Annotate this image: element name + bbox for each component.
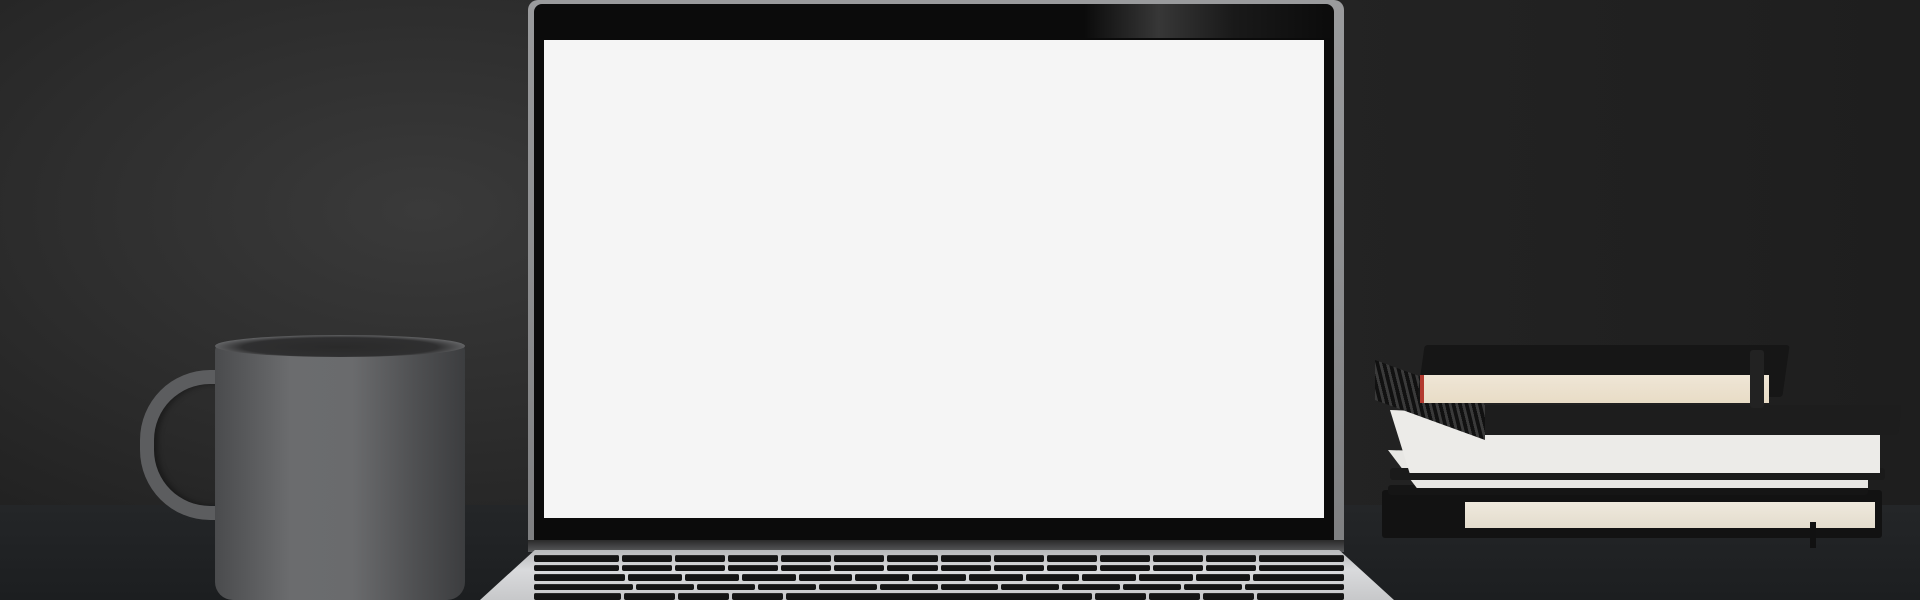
keyboard-key xyxy=(855,574,910,581)
bookmark-ribbon xyxy=(1810,522,1816,548)
keyboard-key xyxy=(685,574,739,581)
keyboard-key xyxy=(887,564,938,572)
keyboard-key xyxy=(1203,593,1255,600)
laptop-keyboard xyxy=(534,555,1344,600)
keyboard-key xyxy=(534,593,621,600)
mug-rim xyxy=(215,335,465,357)
keyboard-key xyxy=(1257,593,1344,600)
book-top-pages xyxy=(1420,375,1769,403)
keyboard-key xyxy=(622,564,673,572)
keyboard-key xyxy=(912,574,966,581)
keyboard-key xyxy=(1099,564,1150,572)
keyboard-key xyxy=(1195,574,1250,581)
keyboard-key xyxy=(1205,564,1256,572)
keyboard-key xyxy=(741,574,796,581)
laptop-screen xyxy=(544,40,1324,518)
keyboard-key xyxy=(728,564,779,572)
spiral-notebook xyxy=(1478,405,1902,435)
keyboard-key xyxy=(968,574,1023,581)
keyboard-key xyxy=(1258,555,1344,562)
keyboard-key xyxy=(1258,564,1344,572)
keyboard-row xyxy=(534,574,1344,581)
keyboard-key xyxy=(785,593,1093,600)
keyboard-row xyxy=(534,593,1344,600)
keyboard-key xyxy=(940,564,991,572)
keyboard-row xyxy=(534,583,1344,591)
keyboard-key xyxy=(1152,564,1203,572)
keyboard-key xyxy=(696,583,755,591)
keyboard-key xyxy=(534,574,626,581)
keyboard-key xyxy=(628,574,683,581)
keyboard-key xyxy=(781,564,832,572)
keyboard-key xyxy=(675,555,726,562)
keyboard-key xyxy=(993,564,1044,572)
keyboard-key xyxy=(1025,574,1080,581)
mug-body xyxy=(215,343,465,600)
keyboard-key xyxy=(1184,583,1243,591)
keyboard-key xyxy=(1205,555,1256,562)
keyboard-key xyxy=(1149,593,1201,600)
keyboard-key xyxy=(1046,555,1097,562)
bezel-glare xyxy=(1084,4,1334,38)
laptop-icon xyxy=(480,0,1396,600)
keyboard-key xyxy=(635,583,694,591)
keyboard-key xyxy=(1095,593,1147,600)
keyboard-key xyxy=(1245,583,1344,591)
keyboard-row xyxy=(534,564,1344,572)
keyboard-key xyxy=(940,555,991,562)
mug-icon xyxy=(135,335,475,600)
keyboard-key xyxy=(534,564,620,572)
keyboard-key xyxy=(622,555,673,562)
keyboard-key xyxy=(781,555,832,562)
keyboard-key xyxy=(818,583,877,591)
keyboard-key xyxy=(1001,583,1060,591)
keyboard-key xyxy=(731,593,783,600)
keyboard-key xyxy=(940,583,999,591)
keyboard-key xyxy=(675,564,726,572)
keyboard-key xyxy=(887,555,938,562)
keyboard-key xyxy=(757,583,816,591)
keyboard-key xyxy=(1082,574,1137,581)
keyboard-key xyxy=(1046,564,1097,572)
keyboard-key xyxy=(1099,555,1150,562)
elastic-strap xyxy=(1750,350,1764,408)
photo-scene xyxy=(0,0,1920,600)
keyboard-key xyxy=(834,555,885,562)
keyboard-row xyxy=(534,555,1344,562)
book-stack-icon xyxy=(1370,340,1920,600)
keyboard-key xyxy=(1252,574,1344,581)
keyboard-key xyxy=(879,583,938,591)
keyboard-key xyxy=(534,555,620,562)
keyboard-key xyxy=(534,583,633,591)
keyboard-key xyxy=(1152,555,1203,562)
keyboard-key xyxy=(677,593,729,600)
keyboard-key xyxy=(834,564,885,572)
keyboard-key xyxy=(798,574,853,581)
keyboard-key xyxy=(1123,583,1182,591)
keyboard-key xyxy=(1139,574,1193,581)
keyboard-key xyxy=(623,593,675,600)
keyboard-key xyxy=(1062,583,1121,591)
keyboard-key xyxy=(993,555,1044,562)
keyboard-key xyxy=(728,555,779,562)
